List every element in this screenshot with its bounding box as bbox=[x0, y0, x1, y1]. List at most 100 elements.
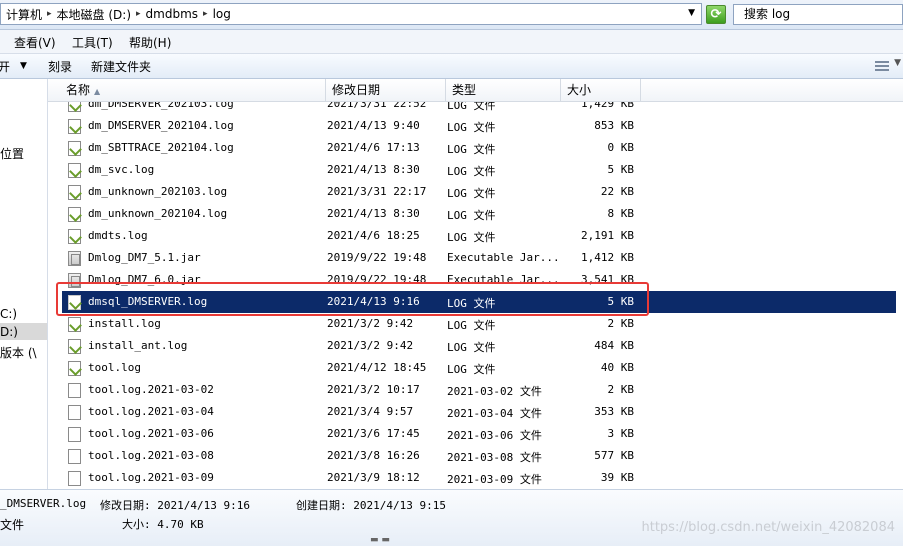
column-type[interactable]: 类型 bbox=[446, 79, 561, 102]
file-size: 5 KB bbox=[607, 295, 635, 308]
log-file-icon bbox=[68, 207, 81, 222]
file-row[interactable]: tool.log 2021/4/12 18:45 LOG 文件 40 KB bbox=[62, 357, 896, 379]
generic-file-icon bbox=[68, 383, 81, 398]
column-date[interactable]: 修改日期 bbox=[326, 79, 446, 102]
details-type: 文件 bbox=[0, 518, 25, 532]
file-size: 353 KB bbox=[594, 405, 634, 418]
file-row[interactable]: Dmlog_DM7_5.1.jar 2019/9/22 19:48 Executab… bbox=[62, 247, 896, 269]
details-created: 创建日期: 2021/4/13 9:15 bbox=[296, 499, 446, 512]
file-size: 2 KB bbox=[607, 317, 635, 330]
file-name: Dmlog_DM7_5.1.jar bbox=[88, 251, 201, 264]
file-row[interactable]: install_ant.log 2021/3/2 9:42 LOG 文件 484 KB bbox=[62, 335, 896, 357]
file-name: dm_unknown_202103.log bbox=[88, 185, 228, 198]
file-type: Executable Jar... bbox=[447, 273, 560, 286]
chevron-down-icon[interactable]: ▼ bbox=[894, 58, 901, 68]
file-type: LOG 文件 bbox=[447, 231, 496, 244]
file-row-selected[interactable]: dmsql_DMSERVER.log 2021/4/13 9:16 LOG 文件 5 … bbox=[62, 291, 896, 313]
file-type: LOG 文件 bbox=[447, 363, 496, 376]
log-file-icon bbox=[68, 141, 81, 156]
crumb-separator-icon[interactable]: ▸ bbox=[134, 9, 143, 19]
file-name: dmdts.log bbox=[88, 229, 148, 242]
log-file-icon bbox=[68, 119, 81, 134]
jar-file-icon bbox=[68, 251, 81, 266]
details-modified: 修改日期: 2021/4/13 9:16 bbox=[100, 499, 250, 512]
column-name[interactable]: 名称 ▲ bbox=[60, 79, 326, 102]
nav-item-locations[interactable]: 位置 bbox=[0, 145, 24, 162]
new-folder-button[interactable]: 新建文件夹 bbox=[91, 58, 151, 75]
file-row[interactable]: dm_unknown_202104.log 2021/4/13 8:30 LOG 文… bbox=[62, 203, 896, 225]
log-file-icon bbox=[68, 229, 81, 244]
file-row[interactable]: tool.log.2021-03-08 2021/3/8 16:26 2021-03… bbox=[62, 445, 896, 467]
details-filename: _DMSERVER.log bbox=[0, 497, 87, 510]
file-name: install_ant.log bbox=[88, 339, 188, 352]
file-size: 22 KB bbox=[600, 185, 634, 198]
file-type: LOG 文件 bbox=[447, 143, 496, 156]
search-input[interactable]: 搜索 log bbox=[733, 4, 903, 25]
crumb-dmdbms[interactable]: dmdbms bbox=[143, 7, 201, 21]
file-row[interactable]: dm_SBTTRACE_202104.log 2021/4/6 17:13 LOG … bbox=[62, 137, 896, 159]
file-name: Dmlog_DM7_6.0.jar bbox=[88, 273, 201, 286]
file-date: 2019/9/22 19:48 bbox=[327, 251, 427, 264]
file-size: 2 KB bbox=[607, 383, 635, 396]
file-list: dm_DMSERVER_202103.log 2021/3/31 22:52 LOG… bbox=[48, 79, 903, 489]
file-size: 3,541 KB bbox=[581, 273, 634, 286]
file-name: tool.log.2021-03-06 bbox=[88, 427, 214, 440]
file-size: 8 KB bbox=[607, 207, 635, 220]
file-type: LOG 文件 bbox=[447, 121, 496, 134]
file-row[interactable]: tool.log.2021-03-04 2021/3/4 9:57 2021-03-… bbox=[62, 401, 896, 423]
file-size: 853 KB bbox=[594, 119, 634, 132]
open-button[interactable]: 开 bbox=[0, 58, 10, 75]
file-row[interactable]: dmdts.log 2021/4/6 18:25 LOG 文件 2,191 KB bbox=[62, 225, 896, 247]
file-row[interactable]: Dmlog_DM7_6.0.jar 2019/9/22 19:48 Executab… bbox=[62, 269, 896, 291]
crumb-separator-icon[interactable]: ▸ bbox=[201, 9, 210, 19]
crumb-log[interactable]: log bbox=[210, 7, 234, 21]
file-row[interactable]: dm_svc.log 2021/4/13 8:30 LOG 文件 5 KB bbox=[62, 159, 896, 181]
file-size: 39 KB bbox=[600, 471, 634, 484]
chevron-down-icon[interactable]: ▼ bbox=[20, 61, 27, 71]
menu-help[interactable]: 帮助(H) bbox=[129, 34, 171, 51]
breadcrumb[interactable]: 计算机 ▸ 本地磁盘 (D:) ▸ dmdbms ▸ log ▼ bbox=[0, 3, 702, 25]
file-row[interactable]: tool.log.2021-03-09 2021/3/9 18:12 2021-03… bbox=[62, 467, 896, 489]
file-type: 2021-03-04 文件 bbox=[447, 407, 542, 420]
address-bar: 计算机 ▸ 本地磁盘 (D:) ▸ dmdbms ▸ log ▼ ⟳ 搜索 lo… bbox=[0, 0, 903, 30]
file-type: LOG 文件 bbox=[447, 319, 496, 332]
file-name: tool.log bbox=[88, 361, 141, 374]
file-date: 2021/4/6 18:25 bbox=[327, 229, 420, 242]
generic-file-icon bbox=[68, 427, 81, 442]
chevron-down-icon[interactable]: ▼ bbox=[688, 8, 695, 18]
file-type: 2021-03-02 文件 bbox=[447, 385, 542, 398]
column-size[interactable]: 大小 bbox=[561, 79, 641, 102]
crumb-drive-d[interactable]: 本地磁盘 (D:) bbox=[54, 6, 134, 23]
log-file-icon bbox=[68, 185, 81, 200]
log-file-icon bbox=[68, 317, 81, 332]
file-type: LOG 文件 bbox=[447, 209, 496, 222]
menu-tools[interactable]: 工具(T) bbox=[72, 34, 113, 51]
file-type: LOG 文件 bbox=[447, 341, 496, 354]
column-name-label: 名称 bbox=[66, 83, 91, 97]
column-header: 名称 ▲ 修改日期 类型 大小 bbox=[48, 79, 903, 102]
file-date: 2021/4/12 18:45 bbox=[327, 361, 427, 374]
file-row[interactable]: tool.log.2021-03-06 2021/3/6 17:45 2021-03… bbox=[62, 423, 896, 445]
refresh-button[interactable]: ⟳ bbox=[706, 5, 726, 24]
log-file-icon bbox=[68, 339, 81, 354]
crumb-computer[interactable]: 计算机 bbox=[3, 6, 45, 23]
burn-button[interactable]: 刻录 bbox=[48, 58, 72, 75]
nav-item-drive-c[interactable]: C:) bbox=[0, 307, 17, 321]
file-type: Executable Jar... bbox=[447, 251, 560, 264]
file-row[interactable]: install.log 2021/3/2 9:42 LOG 文件 2 KB bbox=[62, 313, 896, 335]
file-size: 2,191 KB bbox=[581, 229, 634, 242]
file-type: 2021-03-06 文件 bbox=[447, 429, 542, 442]
menu-view[interactable]: 查看(V) bbox=[14, 34, 56, 51]
nav-item-version[interactable]: 版本 (\ bbox=[0, 344, 37, 361]
view-options-icon[interactable] bbox=[875, 61, 889, 71]
file-row[interactable]: dm_DMSERVER_202104.log 2021/4/13 9:40 LOG … bbox=[62, 115, 896, 137]
file-row[interactable]: tool.log.2021-03-02 2021/3/2 10:17 2021-03… bbox=[62, 379, 896, 401]
file-size: 577 KB bbox=[594, 449, 634, 462]
generic-file-icon bbox=[68, 449, 81, 464]
file-date: 2021/3/9 18:12 bbox=[327, 471, 420, 484]
crumb-separator-icon[interactable]: ▸ bbox=[45, 9, 54, 19]
resize-grip-icon[interactable]: ▬ ▬ bbox=[370, 535, 390, 545]
file-name: tool.log.2021-03-04 bbox=[88, 405, 214, 418]
file-row[interactable]: dm_unknown_202103.log 2021/3/31 22:17 LOG … bbox=[62, 181, 896, 203]
nav-item-drive-d[interactable]: D:) bbox=[0, 325, 18, 339]
